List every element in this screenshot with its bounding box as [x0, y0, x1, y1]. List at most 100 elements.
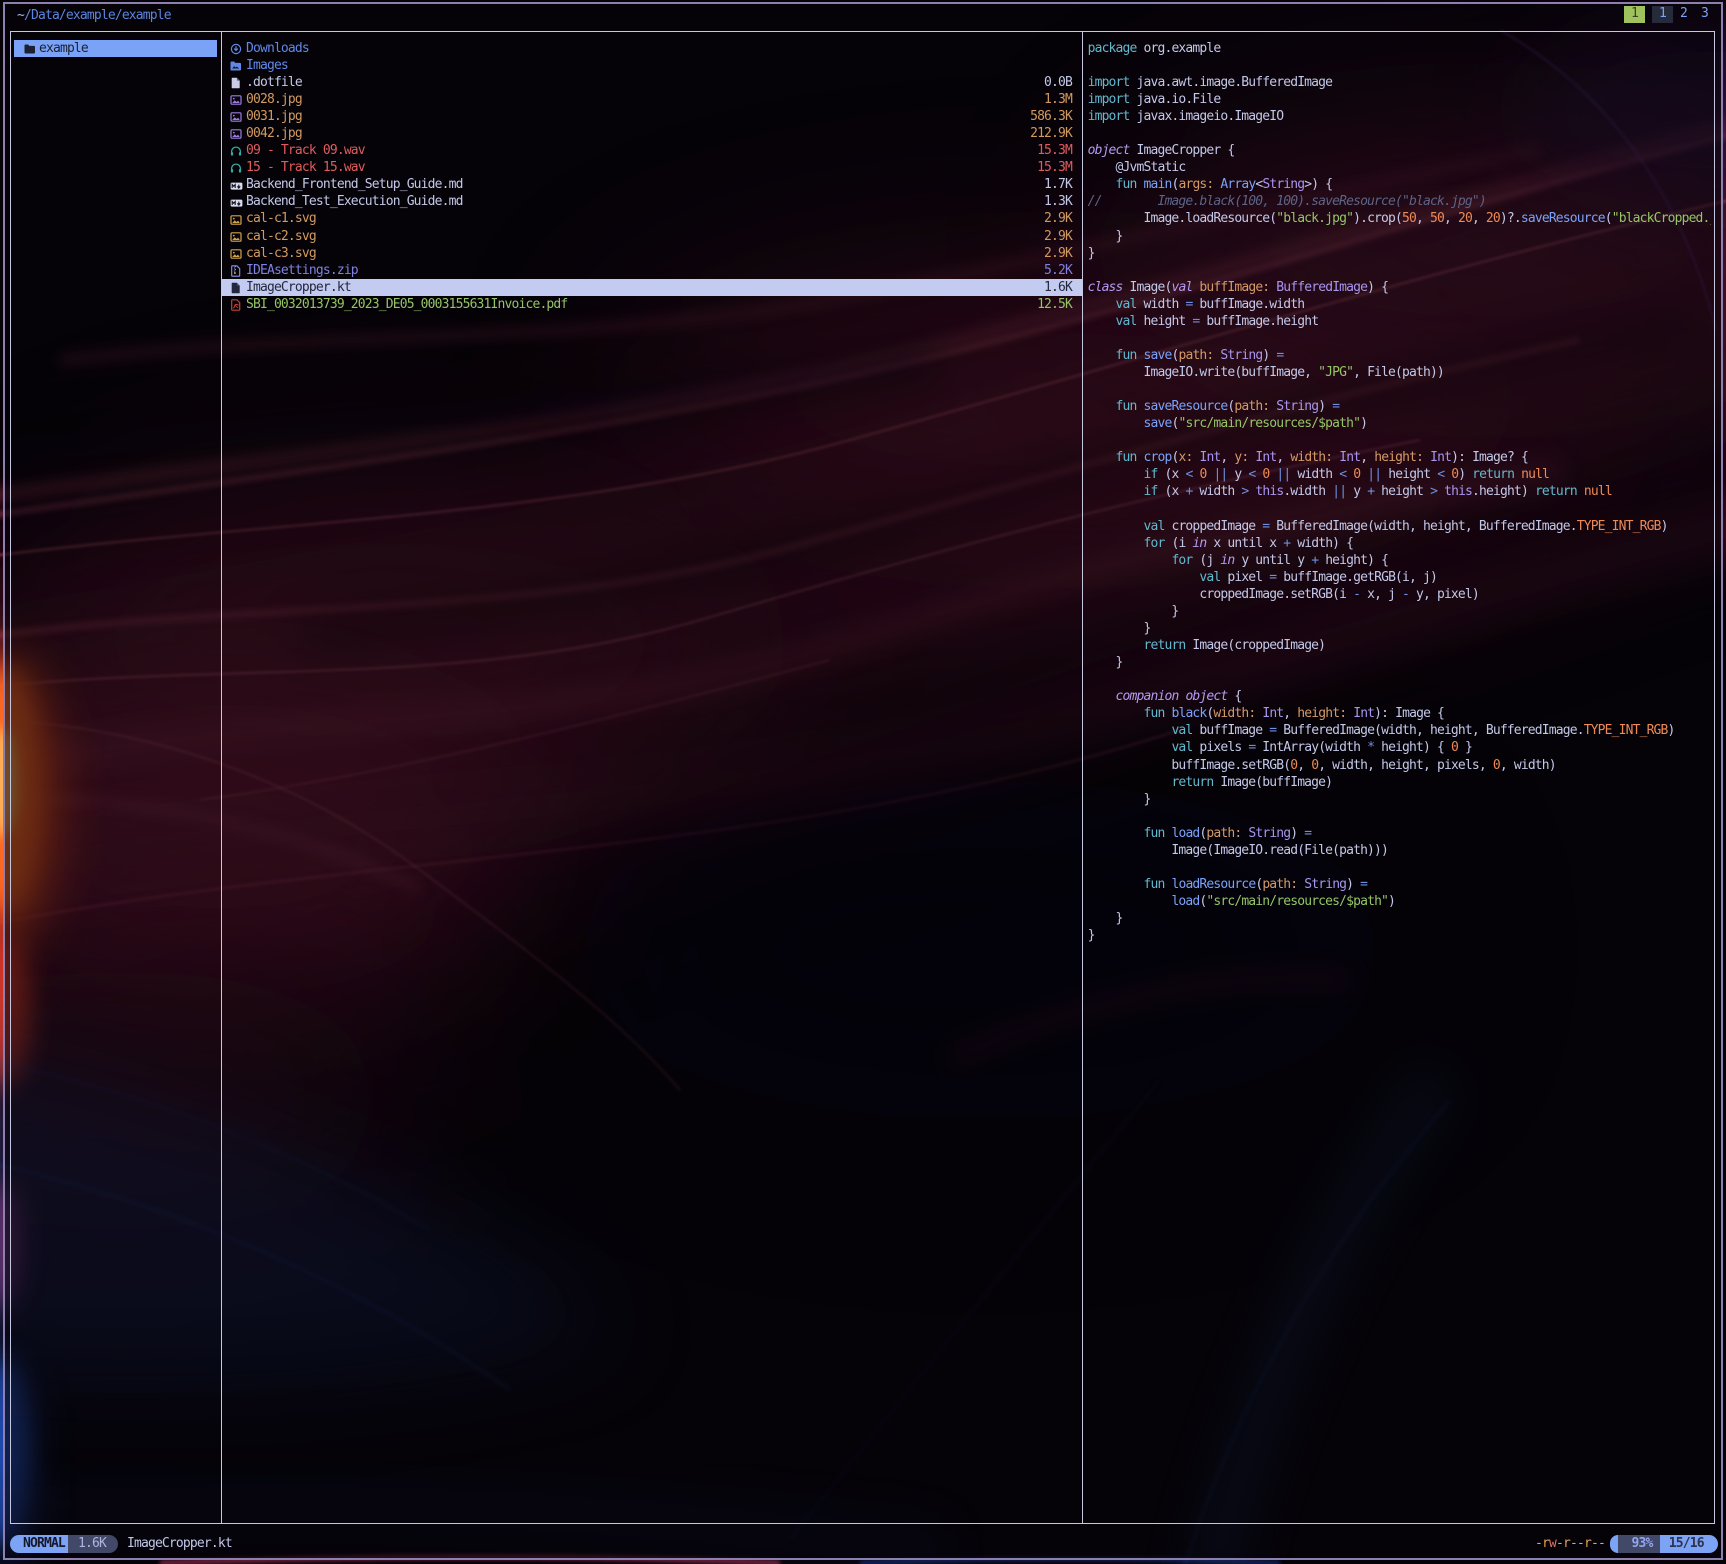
code-token: }	[1088, 928, 1095, 943]
tab-3[interactable]: 3	[1694, 6, 1715, 23]
code-token: ) {	[1367, 280, 1388, 295]
code-token: =	[1304, 826, 1311, 841]
code-line: if (x + width > this.width || y + height…	[1088, 483, 1711, 500]
code-token: ,	[1416, 211, 1430, 226]
code-token: }	[1088, 911, 1123, 926]
code-token: Array	[1220, 177, 1255, 192]
tasks-count-badge: 1	[1624, 6, 1645, 23]
code-token: return	[1171, 775, 1213, 790]
code-token: ||	[1367, 467, 1381, 482]
code-token: Image(croppedImage)	[1185, 638, 1325, 653]
code-token	[1088, 399, 1116, 414]
file-row[interactable]: IDEAsettings.zip5.2K	[222, 262, 1082, 279]
code-token: IntArray(width	[1255, 740, 1367, 755]
code-token: ||	[1276, 467, 1290, 482]
code-line: val width = buffImage.width	[1088, 296, 1711, 313]
code-token: fun	[1116, 450, 1137, 465]
code-line: val height = buffImage.height	[1088, 313, 1711, 330]
code-token: "src/main/resources/$path"	[1206, 894, 1388, 909]
code-token	[1088, 297, 1116, 312]
code-token	[1088, 450, 1116, 465]
code-token: javax.imageio.ImageIO	[1130, 109, 1284, 124]
code-token: .width	[1283, 484, 1332, 499]
code-token: height	[1374, 484, 1430, 499]
file-row[interactable]: cal-c3.svg2.9K	[222, 245, 1082, 262]
code-line	[1088, 808, 1711, 825]
file-row[interactable]: 09 - Track 09.wav15.3M	[222, 142, 1082, 159]
file-name: ImageCropper.kt	[246, 279, 351, 296]
code-token: )	[1388, 894, 1395, 909]
code-token: Int	[1262, 706, 1283, 721]
file-name: 0031.jpg	[246, 108, 302, 125]
code-line	[1088, 432, 1711, 449]
tab-2[interactable]: 2	[1673, 6, 1694, 23]
code-token: 20	[1458, 211, 1472, 226]
file-name: 09 - Track 09.wav	[246, 142, 365, 159]
code-token: Int	[1199, 450, 1220, 465]
code-token: ,	[1472, 211, 1486, 226]
file-row[interactable]: Backend_Test_Execution_Guide.md1.3K	[222, 193, 1082, 210]
code-token: buffImage.width	[1192, 297, 1304, 312]
code-line: }	[1088, 245, 1711, 262]
code-token: )	[1318, 399, 1332, 414]
breadcrumb-path[interactable]: ~/Data/example/example	[17, 7, 171, 24]
code-token: String	[1276, 399, 1318, 414]
folder-download-icon	[230, 43, 241, 54]
code-token: crop	[1144, 450, 1172, 465]
file-row[interactable]: Images	[222, 57, 1082, 74]
code-token: ImageIO.write(buffImage,	[1088, 365, 1319, 380]
code-token: this	[1255, 484, 1283, 499]
code-line	[1088, 330, 1711, 347]
code-line	[1088, 262, 1711, 279]
code-token	[1088, 689, 1116, 704]
code-token: val	[1171, 740, 1192, 755]
headphones-icon	[230, 162, 241, 173]
code-token: save	[1144, 416, 1172, 431]
mode-badge: NORMAL	[10, 1535, 68, 1553]
code-line: class Image(val buffImage: BufferedImage…	[1088, 279, 1711, 296]
file-row[interactable]: 0031.jpg586.3K	[222, 108, 1082, 125]
code-token: }	[1088, 792, 1151, 807]
file-row[interactable]: Downloads	[222, 40, 1082, 57]
code-token	[1088, 416, 1144, 431]
code-token: =	[1360, 877, 1367, 892]
file-row[interactable]: .dotfile0.0B	[222, 74, 1082, 91]
code-token: String	[1262, 177, 1304, 192]
code-token: )	[1346, 877, 1360, 892]
code-token: java.io.File	[1130, 92, 1221, 107]
file-row[interactable]: ImageCropper.kt1.6K	[222, 279, 1082, 296]
code-token: String	[1220, 348, 1262, 363]
code-token: >) {	[1304, 177, 1332, 192]
code-token: )	[1458, 467, 1472, 482]
file-size: 2.9K	[1044, 245, 1072, 262]
code-token	[1088, 877, 1144, 892]
file-row[interactable]: 15 - Track 15.wav15.3M	[222, 159, 1082, 176]
code-token: val	[1116, 314, 1137, 329]
file-name: Backend_Test_Execution_Guide.md	[246, 193, 463, 210]
code-token: ,	[1360, 450, 1374, 465]
code-token: return	[1472, 467, 1514, 482]
code-token: y:	[1234, 450, 1248, 465]
code-token: Int	[1255, 450, 1276, 465]
file-row[interactable]: cal-c2.svg2.9K	[222, 228, 1082, 245]
code-token: path:	[1206, 826, 1241, 841]
code-token: Int	[1353, 706, 1374, 721]
code-token: path:	[1178, 348, 1213, 363]
image-icon	[230, 111, 241, 122]
code-token	[1088, 723, 1172, 738]
file-row[interactable]: cal-c1.svg2.9K	[222, 210, 1082, 227]
code-token: ,	[1444, 211, 1458, 226]
pdf-icon	[230, 299, 241, 310]
file-row[interactable]: 0028.jpg1.3M	[222, 91, 1082, 108]
code-token: for	[1144, 536, 1165, 551]
file-row[interactable]: SBI_0032013739_2023_DE05_0003155631Invoi…	[222, 296, 1082, 313]
permission-char: -	[1535, 1536, 1542, 1551]
file-row[interactable]: 0042.jpg212.9K	[222, 125, 1082, 142]
tab-1-active[interactable]: 1	[1652, 6, 1673, 23]
file-row[interactable]: Backend_Frontend_Setup_Guide.md1.7K	[222, 176, 1082, 193]
code-token: @JvmStatic	[1088, 160, 1186, 175]
code-token: height:	[1297, 706, 1346, 721]
code-token: height) {	[1318, 553, 1388, 568]
file-name: 15 - Track 15.wav	[246, 159, 365, 176]
parent-dir-row[interactable]: example	[14, 40, 217, 57]
